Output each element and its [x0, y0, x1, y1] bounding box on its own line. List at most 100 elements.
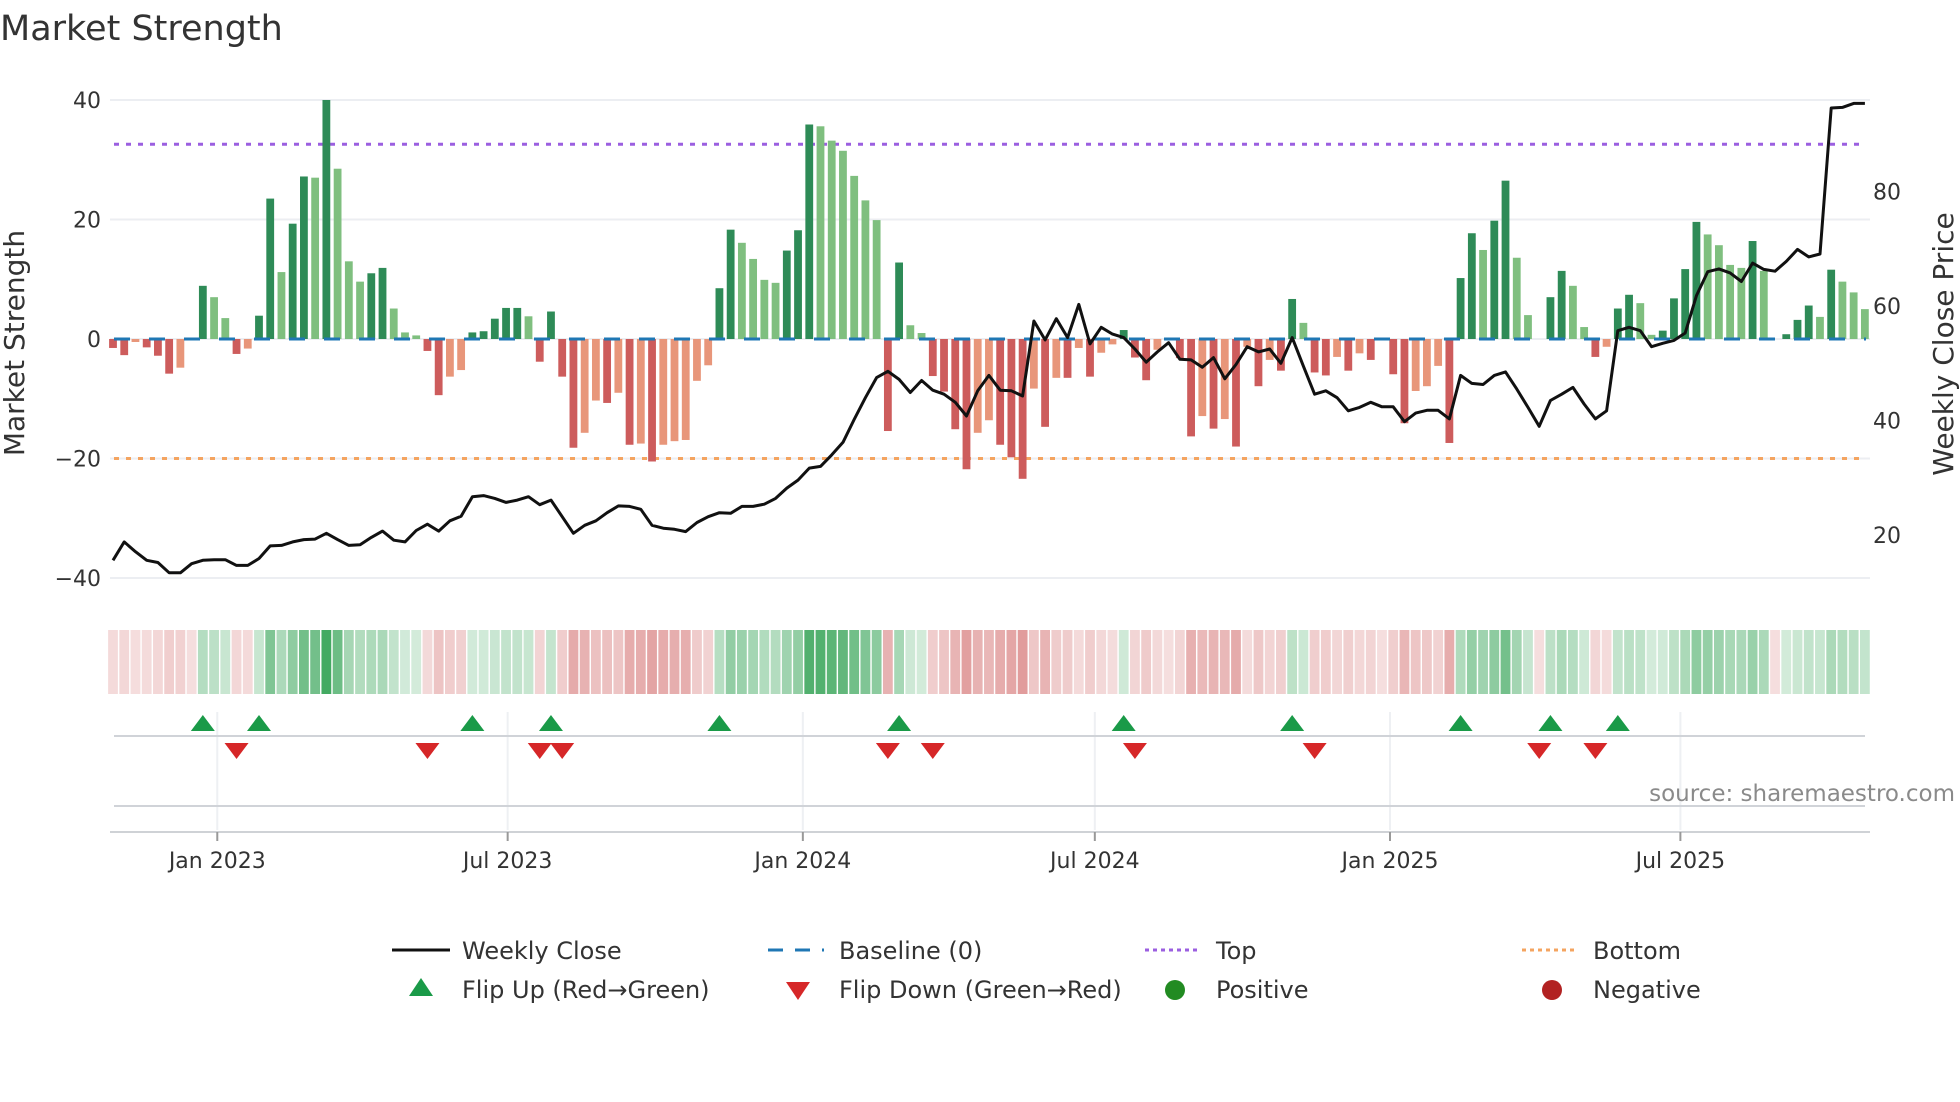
strength-bar [1569, 285, 1577, 339]
strength-bar [1512, 257, 1521, 339]
strength-bar [490, 318, 499, 339]
strip-cell [265, 630, 276, 694]
strip-cell [1264, 630, 1275, 694]
strength-bar [547, 311, 555, 339]
strip-cell [1287, 630, 1298, 694]
strip-cell [624, 630, 635, 694]
strip-cell [658, 630, 669, 694]
strip-cell [927, 630, 938, 694]
right-tick-label: 40 [1873, 410, 1901, 435]
right-tick-label: 80 [1873, 181, 1901, 206]
strength-bar [827, 140, 836, 339]
strength-bar [524, 316, 533, 339]
strength-bar [1580, 327, 1589, 339]
strip-cell [512, 630, 523, 694]
strip-cell [1130, 630, 1140, 694]
strip-cell [153, 630, 163, 694]
strength-bar [940, 339, 948, 392]
strip-cell [984, 630, 994, 694]
strip-cell [849, 630, 860, 694]
strength-bar [356, 281, 364, 339]
strength-bar [648, 339, 656, 462]
strip-cell [1422, 630, 1432, 694]
strip-cell [1826, 630, 1837, 694]
strength-bar [1232, 339, 1240, 447]
strip-cell [568, 630, 579, 694]
strip-cell [894, 630, 904, 694]
strength-bar [1602, 339, 1611, 347]
strip-cell [400, 630, 410, 694]
strip-cell [310, 630, 321, 694]
strip-cell [1073, 630, 1084, 694]
strength-bar [1501, 180, 1510, 339]
strip-cell [411, 630, 422, 694]
flip-up-marker [1448, 715, 1473, 731]
strip-cell [1478, 630, 1488, 694]
strength-bar [670, 339, 679, 442]
strength-bar [1097, 339, 1106, 353]
flip-up-marker [246, 715, 271, 731]
strength-bar [1333, 339, 1341, 357]
strip-cell [1770, 630, 1780, 694]
strip-cell [759, 630, 770, 694]
flip-up-marker [887, 715, 912, 731]
strength-bar [726, 229, 735, 339]
strip-cell [939, 630, 949, 694]
strip-cell [1444, 630, 1455, 694]
strip-cell [703, 630, 714, 694]
strip-cell [972, 630, 983, 694]
flip-down-marker [1583, 743, 1608, 759]
strip-cell [1085, 630, 1095, 694]
strength-bar [198, 285, 207, 339]
strip-cell [388, 630, 399, 694]
strip-cell [1028, 630, 1039, 694]
strip-cell [1051, 630, 1062, 694]
strip-cell [725, 630, 736, 694]
strip-cell [1624, 630, 1634, 694]
strip-cell [647, 630, 657, 694]
strength-bar [1827, 269, 1836, 339]
strip-cell [1399, 630, 1410, 694]
strength-bar [1748, 241, 1757, 339]
strip-cell [1186, 630, 1196, 694]
strength-bar [288, 223, 297, 339]
strip-cell [1276, 630, 1286, 694]
strength-bar [221, 318, 230, 339]
strength-bar [569, 339, 578, 448]
strip-cell [1320, 630, 1331, 694]
strength-bar [659, 339, 668, 445]
strip-cell [1579, 630, 1590, 694]
flip-up-triangle-icon [409, 978, 433, 996]
left-tick-label: 0 [87, 328, 101, 353]
strength-bar [389, 308, 398, 339]
strength-bar [1400, 339, 1409, 424]
strip-cell [1231, 630, 1241, 694]
strength-bar [1860, 309, 1869, 339]
strength-bar [805, 124, 814, 339]
strength-bar [1456, 278, 1465, 339]
left-tick-label: 20 [73, 209, 101, 234]
flip-down-marker [415, 743, 440, 759]
strength-bar [681, 339, 690, 440]
strip-cell [590, 630, 601, 694]
strip-cell [445, 630, 455, 694]
strip-cell [164, 630, 175, 694]
strength-bar [1782, 334, 1791, 339]
strength-bar [782, 250, 791, 339]
strength-bar [311, 177, 320, 339]
strip-cell [1410, 630, 1421, 694]
strength-bar [232, 339, 241, 354]
strip-cell [1601, 630, 1612, 694]
strip-cell [1725, 630, 1736, 694]
strength-bar [1310, 339, 1319, 373]
flip-down-triangle-icon [786, 982, 810, 1000]
strip-cell [1837, 630, 1848, 694]
strength-bar [210, 297, 218, 339]
strength-bar [412, 335, 421, 339]
strip-cell [1534, 630, 1545, 694]
flip-markers-panel [114, 712, 1865, 830]
strip-cell [1736, 630, 1747, 694]
strength-bar [446, 339, 454, 377]
strip-cell [1118, 630, 1129, 694]
strip-cell [1208, 630, 1219, 694]
